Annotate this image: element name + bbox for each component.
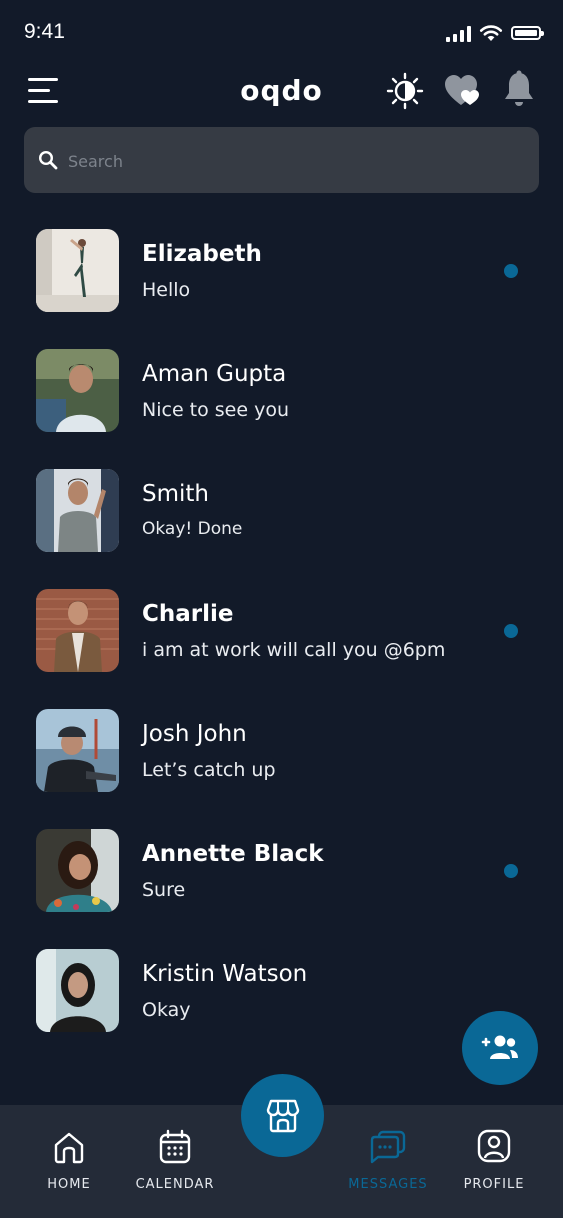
chat-item-aman-gupta[interactable]: Aman Gupta Nice to see you (0, 349, 563, 433)
wifi-icon (479, 25, 503, 41)
chat-name: Kristin Watson (142, 961, 308, 987)
chat-name: Charlie (142, 601, 234, 627)
chat-name: Aman Gupta (142, 361, 287, 387)
chat-item-annette-black[interactable]: Annette Black Sure (0, 829, 563, 913)
app-header: oqdo (0, 68, 563, 116)
search-input[interactable] (66, 127, 530, 195)
unread-indicator (504, 864, 518, 878)
avatar (36, 829, 119, 912)
nav-item-calendar[interactable]: CALENDAR (125, 1105, 225, 1218)
status-icons (446, 24, 544, 42)
theme-toggle-icon[interactable] (386, 72, 424, 110)
nav-label: MESSAGES (348, 1177, 428, 1192)
chat-message-preview: i am at work will call you @6pm (142, 639, 446, 661)
nav-item-profile[interactable]: PROFILE (444, 1105, 544, 1218)
chat-message-preview: Okay! Done (142, 519, 243, 539)
avatar (36, 709, 119, 792)
avatar (36, 589, 119, 672)
nav-label: HOME (47, 1177, 91, 1192)
search-icon (38, 150, 58, 170)
avatar (36, 229, 119, 312)
chat-message-preview: Okay (142, 999, 191, 1021)
chat-name: Annette Black (142, 841, 324, 867)
nav-item-home[interactable]: HOME (19, 1105, 119, 1218)
chat-message-preview: Sure (142, 879, 186, 901)
home-icon (54, 1132, 84, 1164)
avatar (36, 349, 119, 432)
cellular-signal-icon (446, 25, 471, 42)
center-store-button[interactable] (241, 1074, 324, 1157)
chat-name: Smith (142, 481, 209, 507)
unread-indicator (504, 624, 518, 638)
calendar-icon (159, 1129, 191, 1164)
favorites-icon[interactable] (444, 74, 482, 108)
messages-icon (370, 1130, 406, 1164)
battery-icon (511, 26, 544, 40)
notification-bell-icon[interactable] (503, 70, 535, 110)
profile-icon (477, 1129, 511, 1163)
add-contact-button[interactable] (462, 1011, 538, 1085)
chat-item-charlie[interactable]: Charlie i am at work will call you @6pm (0, 589, 563, 673)
chat-message-preview: Hello (142, 279, 191, 301)
nav-label: PROFILE (463, 1177, 525, 1192)
search-bar[interactable] (24, 127, 539, 195)
nav-label: CALENDAR (135, 1177, 215, 1192)
chat-item-josh-john[interactable]: Josh John Let’s catch up (0, 709, 563, 793)
avatar (36, 469, 119, 552)
chat-item-elizabeth[interactable]: Elizabeth Hello (0, 229, 563, 313)
chat-name: Elizabeth (142, 241, 262, 267)
chat-name: Josh John (142, 721, 247, 747)
chat-message-preview: Nice to see you (142, 399, 290, 421)
store-icon (266, 1099, 299, 1132)
unread-indicator (504, 264, 518, 278)
chat-message-preview: Let’s catch up (142, 759, 276, 781)
add-user-group-icon (481, 1035, 518, 1059)
avatar (36, 949, 119, 1032)
status-bar: 9:41 (0, 0, 563, 64)
status-time: 9:41 (24, 20, 65, 43)
nav-item-messages[interactable]: MESSAGES (338, 1105, 438, 1218)
chat-item-smith[interactable]: Smith Okay! Done (0, 469, 563, 553)
